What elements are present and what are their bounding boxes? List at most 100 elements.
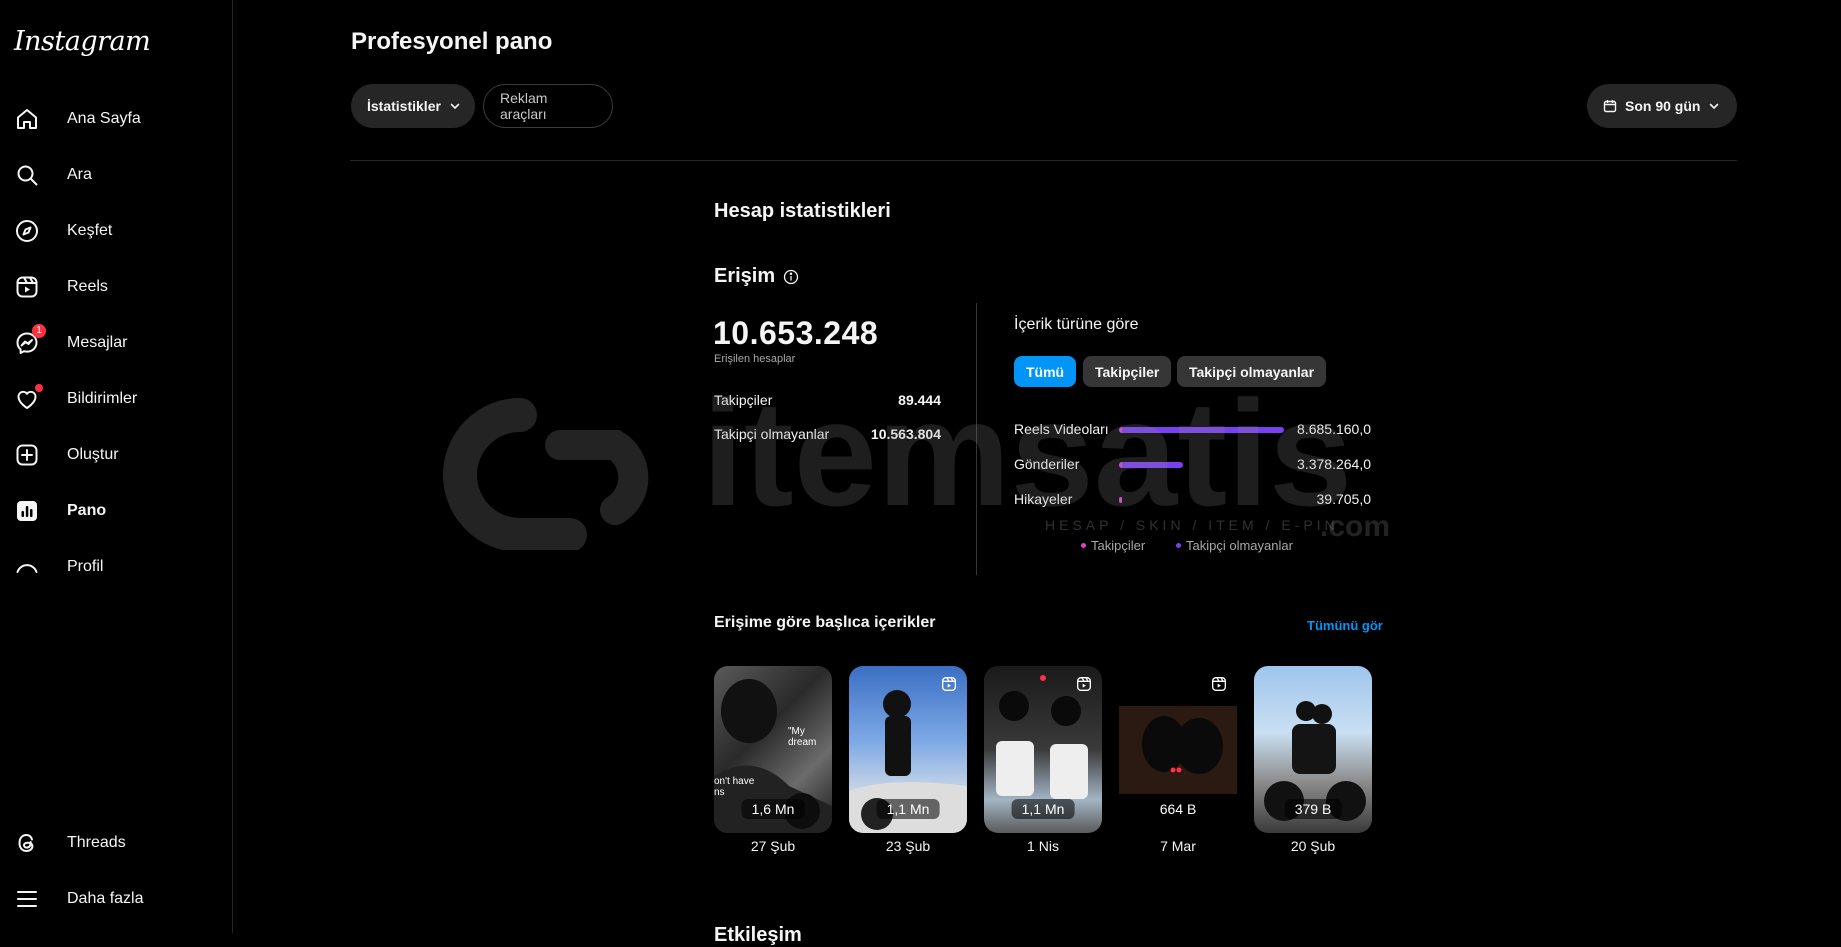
filter-chip-non-followers[interactable]: Takipçi olmayanlar (1177, 356, 1327, 387)
dashboard-icon (14, 498, 40, 524)
sidebar: Instagram Ana Sayfa Ara Keşfet Reels 1 M… (0, 0, 233, 933)
content-thumbnail[interactable]: 1,1 Mn (849, 666, 967, 833)
sidebar-item-notifications[interactable]: Bildirimler (14, 379, 137, 419)
tab-label: İstatistikler (367, 98, 441, 114)
tab-insights-dropdown[interactable]: İstatistikler (351, 84, 475, 128)
home-icon (14, 106, 40, 132)
reach-label: Erişilen hesaplar (714, 353, 796, 365)
threads-icon (14, 830, 40, 856)
watermark-logo-mark (443, 398, 649, 550)
sidebar-item-reels[interactable]: Reels (14, 267, 108, 307)
legend-followers: Takipçiler (1081, 538, 1145, 553)
reach-heading: Erişim (714, 265, 799, 288)
sidebar-item-create[interactable]: Oluştur (14, 435, 119, 475)
info-icon[interactable] (783, 269, 799, 285)
sidebar-item-dashboard[interactable]: Pano (14, 491, 106, 531)
sidebar-item-label: Mesajlar (67, 334, 128, 351)
view-count: 1,1 Mn (1011, 799, 1075, 819)
bar-posts (1119, 462, 1183, 468)
date-range-label: Son 90 gün (1625, 98, 1701, 114)
sidebar-item-label: Keşfet (67, 222, 113, 239)
bar-label-posts: Gönderiler (1014, 456, 1080, 472)
page-title: Profesyonel pano (351, 28, 553, 55)
sidebar-item-label: Profil (67, 558, 104, 575)
followers-label: Takipçiler (714, 392, 773, 408)
bar-label-stories: Hikayeler (1014, 491, 1073, 507)
sidebar-item-label: Daha fazla (67, 890, 144, 907)
bar-label-reels: Reels Videoları (1014, 421, 1109, 437)
chevron-down-icon (449, 100, 461, 112)
plus-square-icon (14, 442, 40, 468)
reels-icon (1211, 676, 1227, 697)
notification-badge: 1 (32, 324, 46, 338)
content-thumbnail[interactable]: 664 B (1119, 666, 1237, 833)
reach-title: Erişim (714, 265, 776, 287)
watermark-tld: .com (1320, 510, 1390, 543)
sidebar-item-explore[interactable]: Keşfet (14, 211, 112, 251)
view-count: 1,1 Mn (876, 799, 940, 819)
view-count: 379 B (1284, 799, 1342, 819)
content-thumbnail[interactable]: 379 B (1254, 666, 1372, 833)
watermark-subtext: HESAP / SKIN / ITEM / E-PIN (1045, 517, 1339, 533)
avatar-icon (14, 554, 40, 580)
sidebar-item-label: Ara (67, 166, 92, 183)
notification-dot (35, 384, 43, 392)
top-content-title: Erişime göre başlıca içerikler (714, 614, 936, 631)
non-followers-value: 10.563.804 (870, 426, 941, 442)
filter-chip-followers[interactable]: Takipçiler (1083, 356, 1172, 387)
header-divider (350, 160, 1737, 161)
non-followers-label: Takipçi olmayanlar (714, 426, 830, 442)
view-count: 1,6 Mn (741, 799, 805, 819)
heart-icon (14, 384, 43, 412)
sidebar-item-label: Ana Sayfa (67, 110, 141, 127)
legend-non-followers: Takipçi olmayanlar (1176, 538, 1293, 553)
bar-followers-segment (1119, 497, 1122, 503)
overlay-caption: "My dream (788, 726, 817, 748)
section-title: Hesap istatistikleri (714, 200, 891, 222)
messenger-icon: 1 (14, 324, 46, 356)
content-type-title: İçerik türüne göre (1014, 316, 1139, 333)
bar-value-posts: 3.378.264,0 (1297, 456, 1371, 472)
content-thumbnail[interactable]: 1,1 Mn (984, 666, 1102, 833)
tab-ad-tools[interactable]: Reklam araçları (483, 84, 613, 128)
engagement-heading: Etkileşim (714, 924, 802, 946)
sidebar-item-label: Pano (67, 502, 107, 519)
overlay-caption: on't have ns (714, 776, 755, 798)
sidebar-item-label: Reels (67, 278, 108, 295)
date-range-dropdown[interactable]: Son 90 gün (1587, 84, 1737, 128)
bar-reels (1119, 427, 1284, 433)
calendar-icon (1603, 99, 1617, 113)
reels-icon (941, 676, 957, 697)
legend-swatch (1081, 543, 1086, 548)
filter-chip-all[interactable]: Tümü (1014, 356, 1077, 387)
reels-icon (14, 274, 40, 300)
view-count: 664 B (1149, 799, 1207, 819)
content-date: 23 Şub (885, 838, 931, 854)
followers-value: 89.444 (898, 392, 941, 408)
tab-label: Reklam araçları (500, 90, 548, 122)
vertical-divider (976, 303, 977, 575)
menu-icon (14, 886, 40, 912)
instagram-logo[interactable]: Instagram (14, 26, 151, 57)
legend-label: Takipçi olmayanlar (1186, 538, 1293, 553)
bar-value-stories: 39.705,0 (1316, 491, 1372, 507)
search-icon (14, 162, 40, 188)
sidebar-item-profile[interactable]: Profil (14, 547, 103, 587)
content-date: 7 Mar (1160, 838, 1196, 854)
reels-icon (1076, 676, 1092, 697)
bar-followers-segment (1119, 462, 1122, 468)
sidebar-item-more[interactable]: Daha fazla (14, 879, 144, 919)
see-all-link[interactable]: Tümünü gör (1307, 618, 1383, 633)
watermark: itemsatis HESAP / SKIN / ITEM / E-PIN .c… (443, 390, 1390, 550)
content-date: 1 Nis (1027, 838, 1059, 854)
legend-label: Takipçiler (1091, 538, 1146, 553)
sidebar-item-messages[interactable]: 1 Mesajlar (14, 323, 127, 363)
sidebar-item-threads[interactable]: Threads (14, 823, 126, 863)
chevron-down-icon (1708, 100, 1720, 112)
sidebar-item-home[interactable]: Ana Sayfa (14, 99, 141, 139)
sidebar-item-search[interactable]: Ara (14, 155, 92, 195)
legend-swatch (1176, 543, 1181, 548)
content-thumbnail[interactable]: "My dream on't have ns 1,6 Mn (714, 666, 832, 833)
sidebar-item-label: Oluştur (67, 446, 119, 463)
bar-followers-segment (1119, 427, 1122, 433)
